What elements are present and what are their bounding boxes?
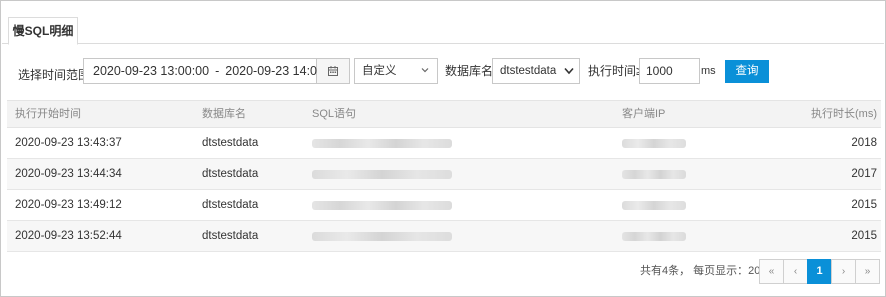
date-range-input[interactable]: 2020-09-23 13:00:00-2020-09-23 14:00:00 (83, 58, 341, 84)
cell-db-name: dtstestdata (202, 199, 259, 211)
cell-duration: 2015 (851, 230, 877, 242)
redacted-sql (312, 139, 452, 148)
query-button[interactable]: 查询 (725, 60, 769, 83)
redacted-client-ip (622, 170, 686, 179)
last-page-button[interactable]: » (855, 259, 880, 284)
table-row: 2020-09-23 13:49:12 dtstestdata 2015 (7, 190, 881, 221)
chevron-down-icon (421, 68, 429, 73)
table-row: 2020-09-23 13:43:37 dtstestdata 2018 (7, 128, 881, 159)
cell-db-name: dtstestdata (202, 168, 259, 180)
table-row: 2020-09-23 13:52:44 dtstestdata 2015 (7, 221, 881, 252)
range-mode-value: 自定义 (362, 65, 397, 77)
start-time: 2020-09-23 13:00:00 (93, 64, 210, 78)
cell-db-name: dtstestdata (202, 230, 259, 242)
current-page-button[interactable]: 1 (807, 259, 832, 284)
redacted-client-ip (622, 139, 686, 148)
header-duration[interactable]: 执行时长(ms) (811, 101, 877, 128)
tab-bar: 慢SQL明细 (2, 2, 884, 45)
prev-page-button[interactable]: ‹ (783, 259, 808, 284)
range-mode-select[interactable]: 自定义 (354, 58, 438, 84)
slow-sql-panel: 慢SQL明细 选择时间范围: 2020-09-23 13:00:00-2020-… (0, 0, 886, 297)
db-name-select[interactable]: dtstestdata (492, 58, 580, 84)
db-name-label: 数据库名: (445, 64, 497, 78)
range-separator: - (215, 64, 220, 78)
tab-slow-sql-detail[interactable]: 慢SQL明细 (8, 17, 78, 45)
redacted-client-ip (622, 232, 686, 241)
calendar-icon (328, 66, 338, 76)
table-row: 2020-09-23 13:44:34 dtstestdata 2017 (7, 159, 881, 190)
cell-start-time: 2020-09-23 13:52:44 (15, 230, 122, 242)
db-name-value: dtstestdata (500, 65, 557, 77)
header-client-ip[interactable]: 客户端IP (622, 101, 665, 128)
exec-time-unit: ms (701, 65, 716, 77)
redacted-sql (312, 170, 452, 179)
cell-start-time: 2020-09-23 13:43:37 (15, 137, 122, 149)
first-page-button[interactable]: « (759, 259, 784, 284)
cell-duration: 2018 (851, 137, 877, 149)
cell-start-time: 2020-09-23 13:49:12 (15, 199, 122, 211)
exec-time-label: 执行时间≥: (588, 64, 646, 78)
redacted-client-ip (622, 201, 686, 210)
slow-sql-table: 执行开始时间 数据库名 SQL语句 客户端IP 执行时长(ms) 2020-09… (7, 100, 881, 252)
redacted-sql (312, 201, 452, 210)
table-header: 执行开始时间 数据库名 SQL语句 客户端IP 执行时长(ms) (7, 100, 881, 128)
calendar-button[interactable] (317, 58, 350, 84)
exec-time-input[interactable]: 1000 (639, 58, 700, 84)
cell-duration: 2017 (851, 168, 877, 180)
next-page-button[interactable]: › (831, 259, 856, 284)
header-sql-statement[interactable]: SQL语句 (312, 101, 356, 128)
chevron-down-icon (564, 67, 574, 75)
redacted-sql (312, 232, 452, 241)
pagination: « ‹ 1 › » (759, 259, 880, 284)
cell-db-name: dtstestdata (202, 137, 259, 149)
pagination-info: 共有4条， 每页显示：20条 (640, 265, 772, 277)
cell-duration: 2015 (851, 199, 877, 211)
header-db-name[interactable]: 数据库名 (202, 101, 246, 128)
cell-start-time: 2020-09-23 13:44:34 (15, 168, 122, 180)
header-start-time[interactable]: 执行开始时间 (15, 101, 81, 128)
